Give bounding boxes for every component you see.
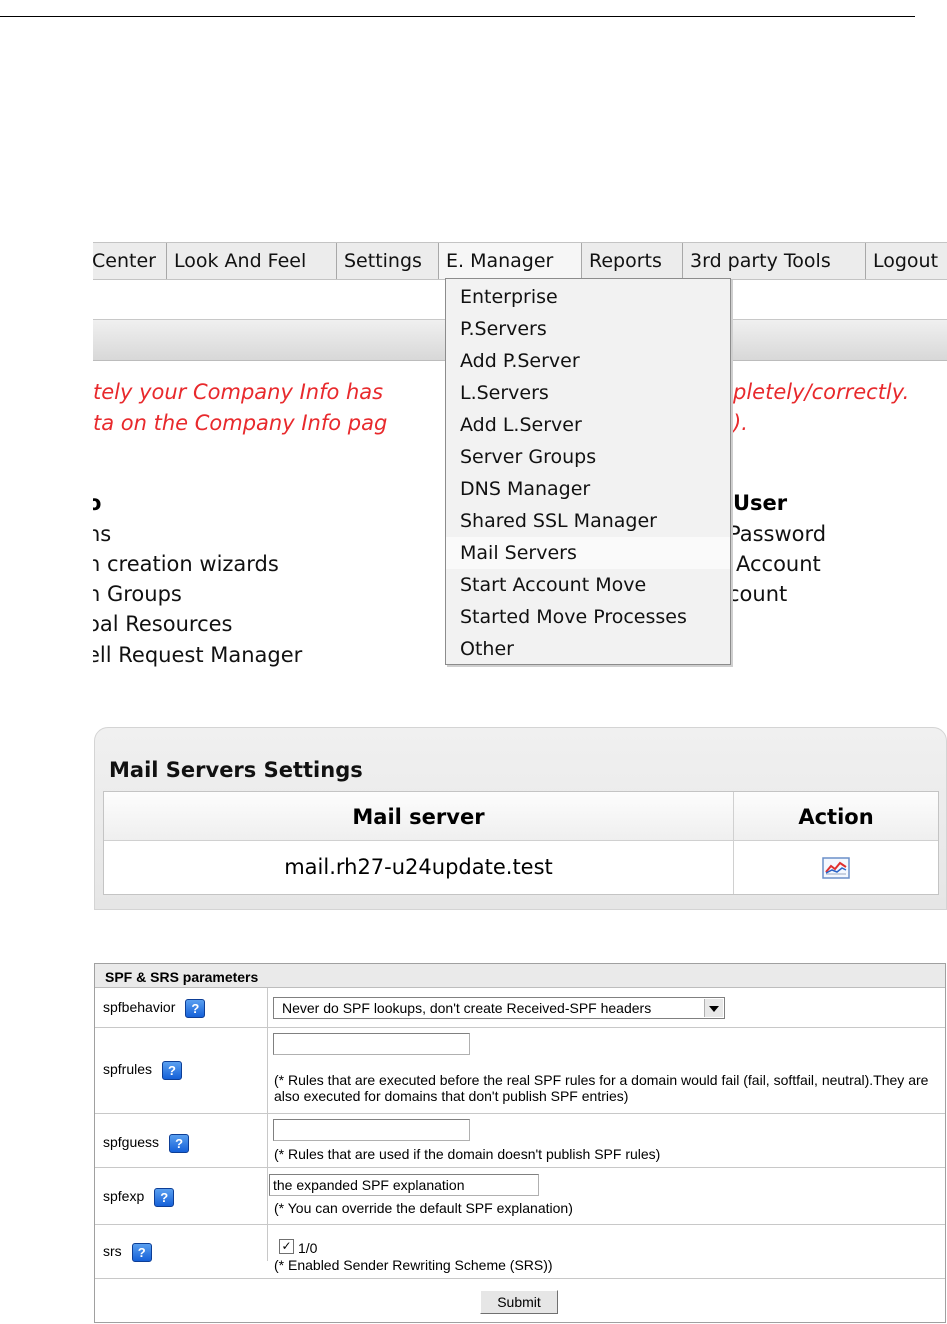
table-row-action <box>734 840 938 894</box>
spfguess-input[interactable] <box>273 1119 470 1141</box>
dropdown-item-server-groups[interactable]: Server Groups <box>446 441 730 473</box>
spfexp-row: spfexp? (* You can override the default … <box>95 1168 945 1225</box>
spfrules-label: spfrules <box>103 1061 153 1078</box>
spfexp-input[interactable] <box>269 1174 539 1196</box>
srs-label: srs <box>103 1243 122 1260</box>
menu-item-reports[interactable]: Reports <box>582 243 683 279</box>
spfguess-row: spfguess? (* Rules that are used if the … <box>95 1114 945 1168</box>
menu-item-settings[interactable]: Settings <box>337 243 439 279</box>
dropdown-item-l-servers[interactable]: L.Servers <box>446 377 730 409</box>
spfguess-label: spfguess <box>103 1134 160 1151</box>
left-link[interactable]: ns <box>93 522 111 546</box>
submit-button[interactable]: Submit <box>480 1290 558 1314</box>
dropdown-item-p-servers[interactable]: P.Servers <box>446 313 730 345</box>
spfexp-label: spfexp <box>103 1188 145 1205</box>
spfguess-label-group: spfguess? <box>103 1134 190 1153</box>
help-icon[interactable]: ? <box>154 1188 175 1207</box>
left-link[interactable]: n Groups <box>93 582 182 606</box>
help-icon[interactable]: ? <box>185 999 206 1018</box>
company-info-warning-line1: tely your Company Info has <box>93 380 384 404</box>
column-header-action: Action <box>798 805 874 829</box>
menu-item-look-and-feel[interactable]: Look And Feel <box>167 243 337 279</box>
dropdown-item-other[interactable]: Other <box>446 633 730 665</box>
dropdown-item-add-l-server[interactable]: Add L.Server <box>446 409 730 441</box>
spf-form-title: SPF & SRS parameters <box>95 964 945 988</box>
spfbehavior-selected-value: Never do SPF lookups, don't create Recei… <box>282 1000 652 1016</box>
user-link-account[interactable]: Account <box>736 552 821 576</box>
top-menu-bar: Center Look And Feel Settings E. Manager… <box>93 242 947 280</box>
menu-item-logout[interactable]: Logout <box>866 243 947 279</box>
mail-server-name: mail.rh27-u24update.test <box>284 855 553 879</box>
spfbehavior-select[interactable]: Never do SPF lookups, don't create Recei… <box>273 997 725 1019</box>
dropdown-item-enterprise[interactable]: Enterprise <box>446 281 730 313</box>
srs-checkbox[interactable]: ✓ <box>279 1239 294 1254</box>
spfrules-input[interactable] <box>273 1033 470 1055</box>
chart-icon[interactable] <box>822 857 850 879</box>
spfbehavior-label-group: spfbehavior? <box>103 999 206 1018</box>
user-section-heading: User <box>733 491 788 515</box>
column-header-mail-server: Mail server <box>352 805 485 829</box>
spfguess-note: (* Rules that are used if the domain doe… <box>274 1146 661 1162</box>
help-icon[interactable]: ? <box>169 1134 190 1153</box>
spfrules-label-group: spfrules? <box>103 1061 183 1080</box>
spfexp-note: (* You can override the default SPF expl… <box>274 1200 573 1216</box>
page-top-rule <box>0 16 915 17</box>
left-section-heading: o <box>93 491 102 515</box>
company-info-warning-line2-end: ). <box>733 411 748 435</box>
dropdown-item-add-p-server[interactable]: Add P.Server <box>446 345 730 377</box>
srs-checkbox-text: 1/0 <box>298 1240 318 1256</box>
help-icon[interactable]: ? <box>162 1061 183 1080</box>
mail-servers-title: Mail Servers Settings <box>109 758 363 782</box>
srs-row: srs? ✓ 1/0 (* Enabled Sender Rewriting S… <box>95 1225 945 1279</box>
menu-item-3rd-party-tools[interactable]: 3rd party Tools <box>683 243 866 279</box>
spfrules-note: (* Rules that are executed before the re… <box>274 1072 929 1104</box>
control-panel-screenshot: Center Look And Feel Settings E. Manager… <box>93 238 947 670</box>
left-link[interactable]: oal Resources <box>93 612 232 636</box>
menu-item-e-manager[interactable]: E. Manager <box>439 243 582 279</box>
company-info-warning-line1-end: pletely/correctly. <box>733 380 910 404</box>
company-info-warning-line2: ta on the Company Info pag <box>93 411 388 435</box>
spfbehavior-label: spfbehavior <box>103 999 176 1016</box>
spfexp-label-group: spfexp? <box>103 1188 175 1207</box>
user-link-password[interactable]: Password <box>728 522 826 546</box>
dropdown-item-dns-manager[interactable]: DNS Manager <box>446 473 730 505</box>
mail-servers-table: Mail server Action mail.rh27-u24update.t… <box>103 791 939 895</box>
dropdown-item-started-move-processes[interactable]: Started Move Processes <box>446 601 730 633</box>
spf-srs-parameters-form: SPF & SRS parameters spfbehavior? Never … <box>94 963 946 1323</box>
left-link[interactable]: ell Request Manager <box>93 643 302 667</box>
spfbehavior-row: spfbehavior? Never do SPF lookups, don't… <box>95 988 945 1028</box>
menu-item-center[interactable]: Center <box>93 243 167 279</box>
user-link-count[interactable]: count <box>728 582 787 606</box>
help-icon[interactable]: ? <box>131 1243 152 1262</box>
spfrules-row: spfrules? (* Rules that are executed bef… <box>95 1028 945 1114</box>
srs-note: (* Enabled Sender Rewriting Scheme (SRS)… <box>274 1257 553 1273</box>
chevron-down-icon[interactable] <box>704 999 723 1017</box>
dropdown-item-shared-ssl-manager[interactable]: Shared SSL Manager <box>446 505 730 537</box>
dropdown-item-start-account-move[interactable]: Start Account Move <box>446 569 730 601</box>
srs-label-group: srs? <box>103 1243 152 1262</box>
left-link[interactable]: n creation wizards <box>93 552 279 576</box>
e-manager-dropdown-menu: Enterprise P.Servers Add P.Server L.Serv… <box>445 278 731 665</box>
mail-servers-settings-panel: Mail Servers Settings Mail server Action… <box>94 727 947 910</box>
dropdown-item-mail-servers[interactable]: Mail Servers <box>446 537 730 569</box>
